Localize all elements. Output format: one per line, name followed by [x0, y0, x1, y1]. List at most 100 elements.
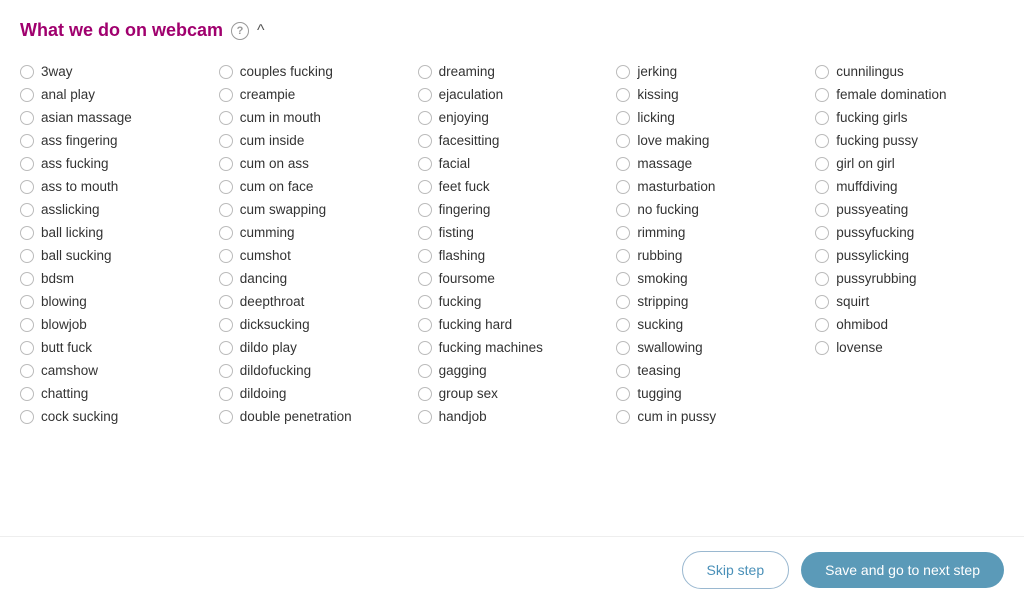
item-radio[interactable] — [815, 180, 829, 194]
item-radio[interactable] — [418, 295, 432, 309]
item-radio[interactable] — [616, 111, 630, 125]
list-item: deepthroat — [219, 291, 408, 312]
item-radio[interactable] — [20, 226, 34, 240]
item-radio[interactable] — [418, 203, 432, 217]
item-label: fingering — [439, 202, 491, 217]
item-radio[interactable] — [616, 134, 630, 148]
item-radio[interactable] — [20, 249, 34, 263]
item-radio[interactable] — [20, 318, 34, 332]
list-item: asslicking — [20, 199, 209, 220]
item-radio[interactable] — [418, 318, 432, 332]
item-radio[interactable] — [418, 410, 432, 424]
list-item: rimming — [616, 222, 805, 243]
item-radio[interactable] — [418, 272, 432, 286]
item-radio[interactable] — [815, 111, 829, 125]
item-radio[interactable] — [219, 387, 233, 401]
item-radio[interactable] — [219, 65, 233, 79]
item-radio[interactable] — [219, 341, 233, 355]
item-radio[interactable] — [616, 157, 630, 171]
item-radio[interactable] — [418, 65, 432, 79]
list-item: facesitting — [418, 130, 607, 151]
item-radio[interactable] — [219, 249, 233, 263]
list-item: butt fuck — [20, 337, 209, 358]
item-radio[interactable] — [815, 272, 829, 286]
item-radio[interactable] — [815, 341, 829, 355]
list-item: female domination — [815, 84, 1004, 105]
item-radio[interactable] — [20, 88, 34, 102]
item-radio[interactable] — [616, 249, 630, 263]
item-radio[interactable] — [20, 65, 34, 79]
item-label: cum swapping — [240, 202, 326, 217]
item-radio[interactable] — [616, 295, 630, 309]
item-radio[interactable] — [20, 272, 34, 286]
item-radio[interactable] — [20, 410, 34, 424]
item-radio[interactable] — [219, 180, 233, 194]
item-radio[interactable] — [20, 364, 34, 378]
list-item: handjob — [418, 406, 607, 427]
item-radio[interactable] — [418, 180, 432, 194]
item-radio[interactable] — [418, 134, 432, 148]
item-radio[interactable] — [616, 180, 630, 194]
item-radio[interactable] — [20, 180, 34, 194]
help-icon[interactable]: ? — [231, 22, 249, 40]
item-radio[interactable] — [815, 318, 829, 332]
item-radio[interactable] — [616, 318, 630, 332]
item-radio[interactable] — [20, 387, 34, 401]
item-radio[interactable] — [219, 295, 233, 309]
item-label: cumshot — [240, 248, 291, 263]
item-radio[interactable] — [219, 88, 233, 102]
item-radio[interactable] — [815, 203, 829, 217]
item-label: smoking — [637, 271, 687, 286]
item-radio[interactable] — [616, 65, 630, 79]
item-radio[interactable] — [219, 157, 233, 171]
item-radio[interactable] — [219, 111, 233, 125]
item-radio[interactable] — [616, 410, 630, 424]
item-label: flashing — [439, 248, 486, 263]
item-radio[interactable] — [219, 134, 233, 148]
item-radio[interactable] — [20, 157, 34, 171]
item-radio[interactable] — [418, 249, 432, 263]
item-radio[interactable] — [20, 341, 34, 355]
item-radio[interactable] — [20, 203, 34, 217]
item-radio[interactable] — [616, 88, 630, 102]
item-radio[interactable] — [616, 364, 630, 378]
item-radio[interactable] — [418, 88, 432, 102]
item-radio[interactable] — [418, 387, 432, 401]
item-label: facial — [439, 156, 471, 171]
item-radio[interactable] — [219, 272, 233, 286]
item-radio[interactable] — [20, 134, 34, 148]
item-label: pussyrubbing — [836, 271, 916, 286]
item-radio[interactable] — [815, 249, 829, 263]
skip-button[interactable]: Skip step — [682, 551, 790, 589]
item-radio[interactable] — [219, 318, 233, 332]
item-radio[interactable] — [418, 364, 432, 378]
item-radio[interactable] — [616, 226, 630, 240]
item-label: ass fucking — [41, 156, 109, 171]
item-radio[interactable] — [418, 341, 432, 355]
item-radio[interactable] — [616, 272, 630, 286]
item-label: cock sucking — [41, 409, 118, 424]
item-radio[interactable] — [616, 203, 630, 217]
item-radio[interactable] — [815, 65, 829, 79]
collapse-icon[interactable]: ^ — [257, 22, 265, 40]
item-radio[interactable] — [219, 364, 233, 378]
item-radio[interactable] — [219, 226, 233, 240]
item-radio[interactable] — [815, 134, 829, 148]
save-button[interactable]: Save and go to next step — [801, 552, 1004, 588]
item-radio[interactable] — [20, 111, 34, 125]
item-radio[interactable] — [815, 226, 829, 240]
item-radio[interactable] — [616, 341, 630, 355]
item-radio[interactable] — [815, 88, 829, 102]
item-radio[interactable] — [20, 295, 34, 309]
item-radio[interactable] — [418, 157, 432, 171]
item-radio[interactable] — [219, 410, 233, 424]
item-label: asian massage — [41, 110, 132, 125]
item-radio[interactable] — [815, 295, 829, 309]
item-label: licking — [637, 110, 675, 125]
list-item: smoking — [616, 268, 805, 289]
item-radio[interactable] — [616, 387, 630, 401]
item-radio[interactable] — [418, 226, 432, 240]
item-radio[interactable] — [219, 203, 233, 217]
item-radio[interactable] — [418, 111, 432, 125]
item-radio[interactable] — [815, 157, 829, 171]
